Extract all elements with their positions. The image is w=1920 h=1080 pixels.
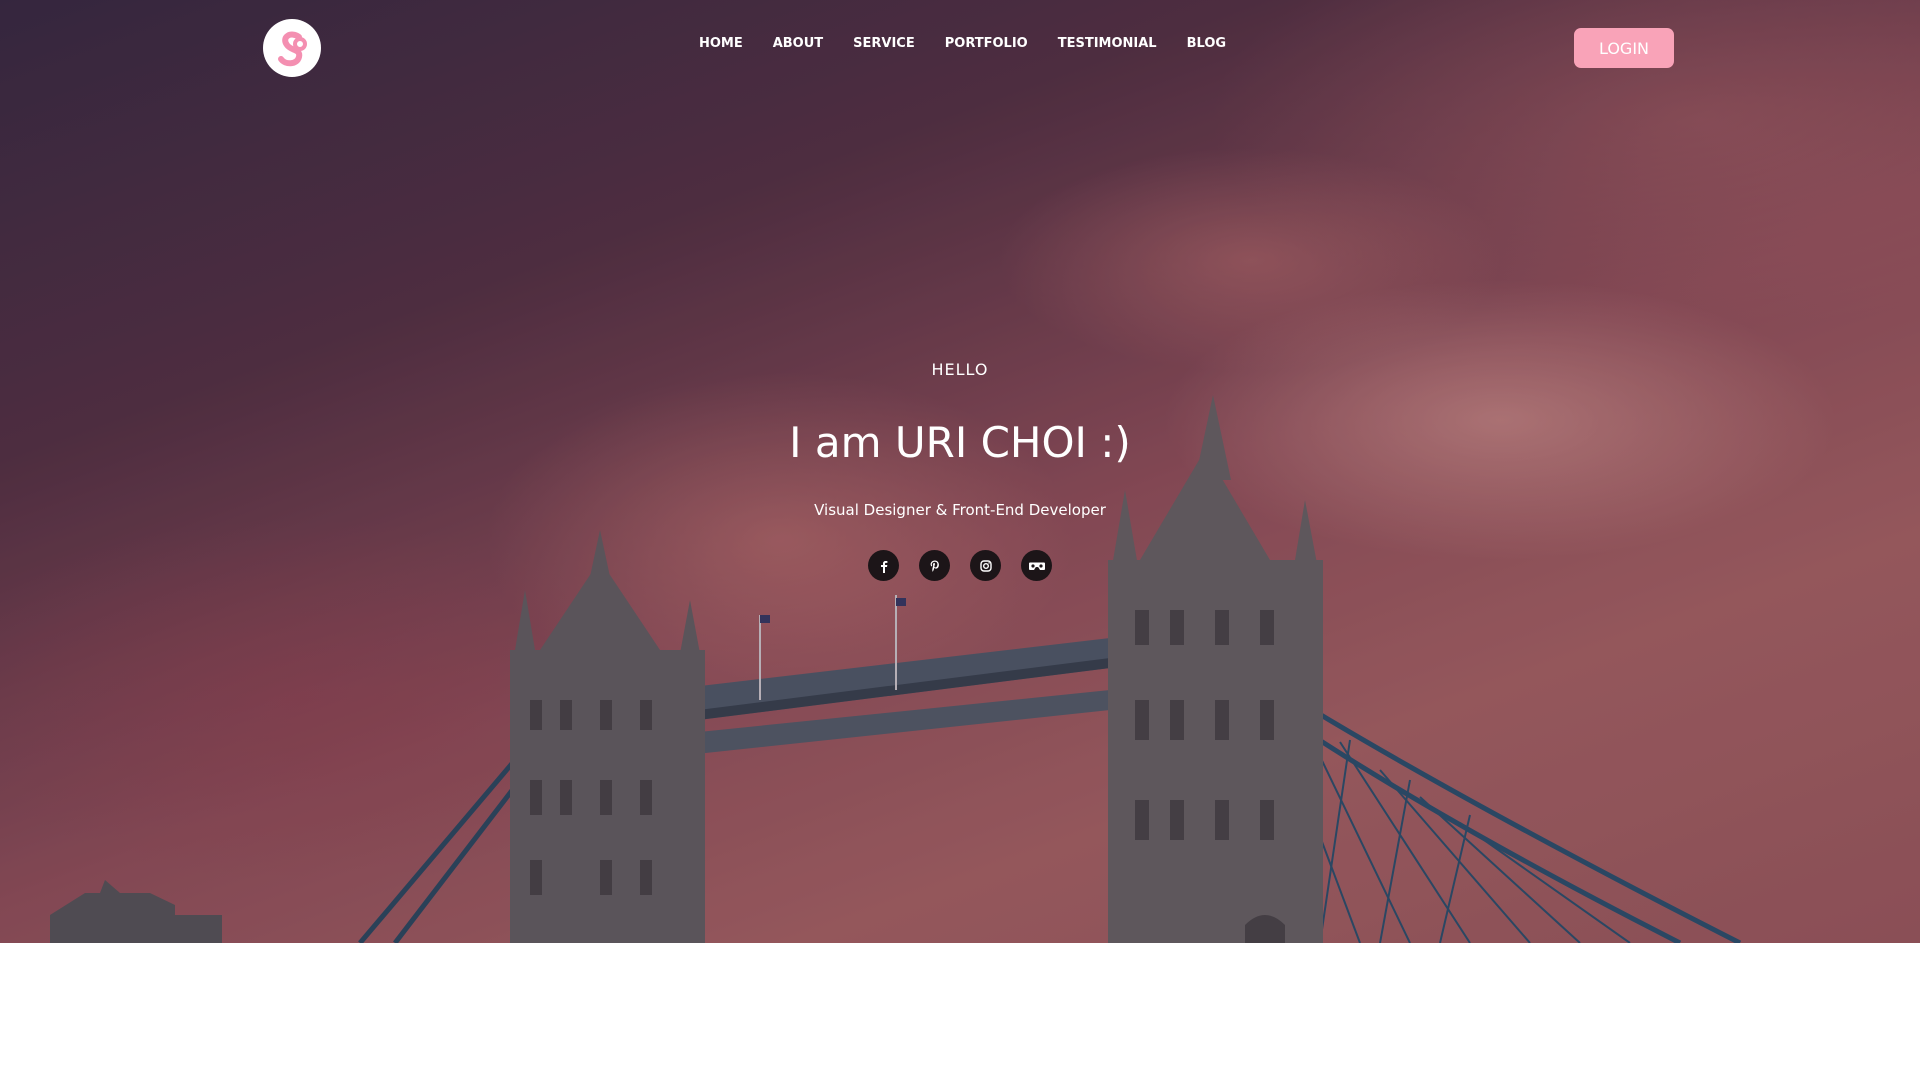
hero-title: I am URI CHOI :) — [789, 418, 1131, 467]
facebook-icon — [880, 560, 887, 573]
vr-link[interactable] — [1021, 550, 1052, 581]
pinterest-link[interactable] — [919, 550, 950, 581]
pinterest-icon — [930, 560, 939, 571]
nav-home[interactable]: HOME — [699, 36, 743, 51]
nav-service[interactable]: SERVICE — [853, 36, 915, 51]
instagram-icon — [979, 559, 992, 572]
instagram-link[interactable] — [970, 550, 1001, 581]
hero-section: HOME ABOUT SERVICE PORTFOLIO TESTIMONIAL… — [0, 0, 1920, 943]
social-links — [0, 550, 1920, 581]
hero-greeting: HELLO — [931, 360, 989, 379]
nav-about[interactable]: ABOUT — [773, 36, 823, 51]
hero-subtitle: Visual Designer & Front-End Developer — [814, 501, 1106, 519]
facebook-link[interactable] — [868, 550, 899, 581]
hero-overlay — [0, 0, 1920, 943]
nav-portfolio[interactable]: PORTFOLIO — [945, 36, 1028, 51]
login-button[interactable]: LOGIN — [1574, 28, 1674, 68]
nav-testimonial[interactable]: TESTIMONIAL — [1058, 36, 1157, 51]
nav-blog[interactable]: BLOG — [1187, 36, 1226, 51]
vr-headset-icon — [1028, 562, 1045, 570]
